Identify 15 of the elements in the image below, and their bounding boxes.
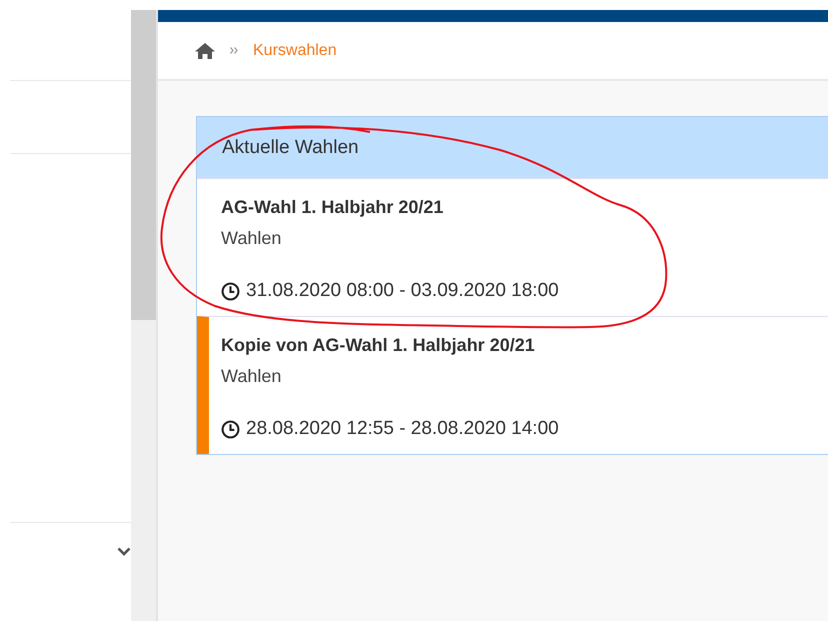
item-title: Kopie von AG-Wahl 1. Halbjahr 20/21 xyxy=(221,335,536,356)
clock-icon xyxy=(221,282,240,300)
chevron-down-icon[interactable] xyxy=(117,547,131,556)
item-category: Wahlen xyxy=(221,366,282,387)
scrollbar-thumb[interactable] xyxy=(131,10,156,320)
time-range: 28.08.2020 12:55 - 28.08.2020 14:00 xyxy=(246,418,559,440)
list-item[interactable]: Kopie von AG-Wahl 1. Halbjahr 20/21 Wahlen 28.08.2020 12:55 - 28.08.2020 14:00 xyxy=(197,316,828,454)
double-chevron-icon xyxy=(230,47,238,54)
item-category: Wahlen xyxy=(221,228,282,249)
panel-header: Aktuelle Wahlen xyxy=(197,117,828,178)
clock-icon xyxy=(221,420,240,438)
home-icon[interactable] xyxy=(195,42,215,58)
item-title: AG-Wahl 1. Halbjahr 20/21 xyxy=(221,197,444,218)
list-item[interactable]: AG-Wahl 1. Halbjahr 20/21 Wahlen 31.08.2020 08:00 - 03.09.2020 18:00 xyxy=(197,178,828,316)
time-range: 31.08.2020 08:00 - 03.09.2020 18:00 xyxy=(246,280,559,302)
